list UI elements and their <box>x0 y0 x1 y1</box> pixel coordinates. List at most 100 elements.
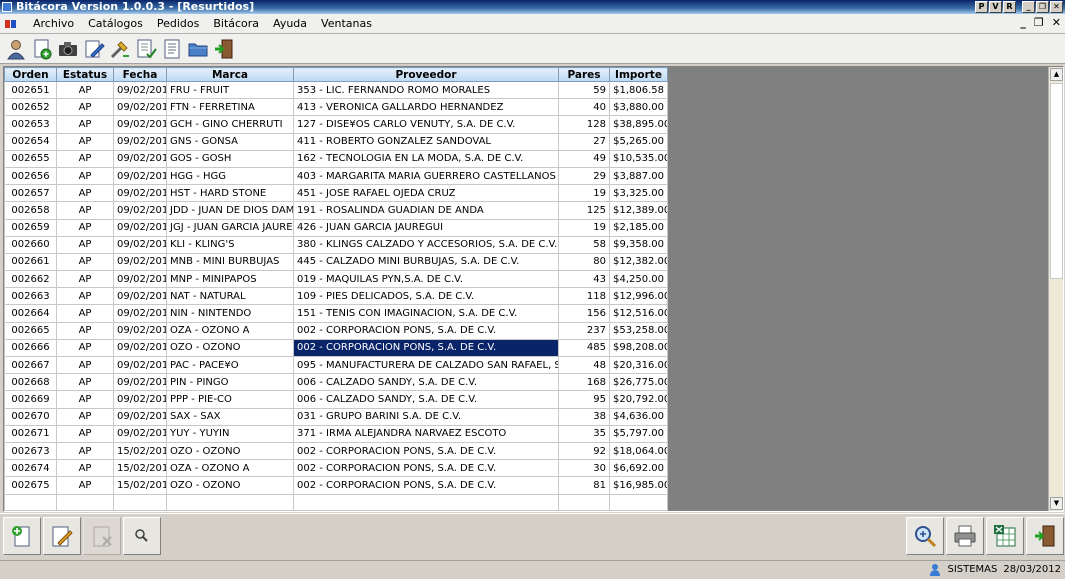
cell-proveedor[interactable]: 002 - CORPORACION PONS, S.A. DE C.V. <box>293 441 559 461</box>
table-row[interactable]: 002656AP09/02/2012HGG - HGG403 - MARGARI… <box>4 166 668 186</box>
cell-proveedor[interactable]: 451 - JOSE RAFAEL OJEDA CRUZ <box>293 184 559 203</box>
exit-button[interactable] <box>1026 517 1064 555</box>
scroll-down-icon[interactable]: ▼ <box>1050 497 1063 510</box>
table-row[interactable]: 002655AP09/02/2012GOS - GOSH162 - TECNOL… <box>4 149 668 168</box>
column-header-estatus[interactable]: Estatus <box>56 67 114 82</box>
cell-estatus[interactable]: AP <box>56 98 114 117</box>
new-document-icon[interactable] <box>30 36 54 62</box>
cell-fecha[interactable]: 09/02/2012 <box>113 373 167 392</box>
cell-importe[interactable]: $3,325.00 <box>609 184 668 203</box>
cell-importe[interactable]: $53,258.00 <box>609 321 668 340</box>
cell-pares[interactable]: 29 <box>558 166 610 186</box>
cell-estatus[interactable]: AP <box>56 201 114 220</box>
cell-importe[interactable]: $98,208.00 <box>609 338 668 358</box>
cell-estatus[interactable]: AP <box>56 476 114 495</box>
cell-pares[interactable]: 58 <box>558 235 610 254</box>
cell-estatus[interactable]: AP <box>56 355 114 375</box>
cell-estatus[interactable]: AP <box>56 287 114 306</box>
mdi-minimize-button[interactable]: _ <box>1020 16 1026 29</box>
mdi-restore-button[interactable]: ❐ <box>1034 16 1044 29</box>
cell-importe[interactable]: $20,792.00 <box>609 390 668 409</box>
cell-fecha[interactable]: 09/02/2012 <box>113 252 167 272</box>
cell-fecha[interactable]: 09/02/2012 <box>113 424 167 443</box>
cell-orden[interactable]: 002655 <box>4 149 57 168</box>
cell-fecha[interactable]: 09/02/2012 <box>113 407 167 426</box>
cell-pares[interactable]: 128 <box>558 115 610 134</box>
cell-pares[interactable]: 43 <box>558 270 610 289</box>
table-row[interactable]: 002661AP09/02/2012MNB - MINI BURBUJAS445… <box>4 252 668 272</box>
cell-proveedor[interactable]: 095 - MANUFACTURERA DE CALZADO SAN RAFAE… <box>293 355 559 375</box>
cell-orden[interactable]: 002657 <box>4 184 57 203</box>
excel-button[interactable] <box>986 517 1024 555</box>
cell-importe[interactable]: $3,880.00 <box>609 98 668 117</box>
cell-proveedor[interactable]: 380 - KLINGS CALZADO Y ACCESORIOS, S.A. … <box>293 235 559 254</box>
cell-proveedor[interactable]: 411 - ROBERTO GONZALEZ SANDOVAL <box>293 132 559 151</box>
cell-estatus[interactable]: AP <box>56 184 114 203</box>
cell-fecha[interactable]: 09/02/2012 <box>113 132 167 151</box>
cell-estatus[interactable]: AP <box>56 80 114 100</box>
cell-estatus[interactable]: AP <box>56 115 114 134</box>
cell-importe[interactable]: $9,358.00 <box>609 235 668 254</box>
cell-estatus[interactable]: AP <box>56 270 114 289</box>
cell-proveedor[interactable]: 426 - JUAN GARCIA JAUREGUI <box>293 218 559 237</box>
cell-orden[interactable]: 002669 <box>4 390 57 409</box>
cell-marca[interactable]: OZA - OZONO A <box>166 321 294 340</box>
cell-pares[interactable]: 35 <box>558 424 610 443</box>
cell-estatus[interactable]: AP <box>56 166 114 186</box>
edit-button[interactable] <box>43 517 81 555</box>
cell-estatus[interactable]: AP <box>56 304 114 323</box>
cell-importe[interactable]: $18,064.00 <box>609 441 668 461</box>
cell-proveedor[interactable]: 445 - CALZADO MINI BURBUJAS, S.A. DE C.V… <box>293 252 559 272</box>
cell-proveedor[interactable]: 151 - TENIS CON IMAGINACION, S.A. DE C.V… <box>293 304 559 323</box>
vertical-scrollbar[interactable]: ▲ ▼ <box>1048 67 1063 511</box>
table-row[interactable]: 002653AP09/02/2012GCH - GINO CHERRUTI127… <box>4 115 668 134</box>
cell-fecha[interactable]: 15/02/2012 <box>113 441 167 461</box>
cell-marca[interactable]: OZA - OZONO A <box>166 459 294 478</box>
cell-importe[interactable]: $12,996.00 <box>609 287 668 306</box>
column-header-importe[interactable]: Importe <box>609 67 668 82</box>
cell-fecha[interactable]: 09/02/2012 <box>113 304 167 323</box>
table-row[interactable]: 002664AP09/02/2012NIN - NINTENDO151 - TE… <box>4 304 668 323</box>
cell-marca[interactable]: YUY - YUYIN <box>166 424 294 443</box>
cell-marca[interactable]: OZO - OZONO <box>166 476 294 495</box>
v-button[interactable]: V <box>989 1 1002 13</box>
cell-proveedor[interactable]: 019 - MAQUILAS PYN,S.A. DE C.V. <box>293 270 559 289</box>
minimize-button[interactable]: _ <box>1022 1 1035 13</box>
cell-importe[interactable]: $1,806.58 <box>609 80 668 100</box>
column-header-marca[interactable]: Marca <box>166 67 294 82</box>
column-header-pares[interactable]: Pares <box>558 67 610 82</box>
table-row[interactable]: 002657AP09/02/2012HST - HARD STONE451 - … <box>4 184 668 203</box>
cell-fecha[interactable]: 09/02/2012 <box>113 80 167 100</box>
table-row[interactable]: 002652AP09/02/2012FTN - FERRETINA413 - V… <box>4 98 668 117</box>
cell-importe[interactable]: $38,895.00 <box>609 115 668 134</box>
cell-importe[interactable]: $2,185.00 <box>609 218 668 237</box>
cell-marca[interactable]: NAT - NATURAL <box>166 287 294 306</box>
cell-orden[interactable]: 002653 <box>4 115 57 134</box>
restore-button[interactable]: ❐ <box>1036 1 1049 13</box>
cell-pares[interactable]: 30 <box>558 459 610 478</box>
cell-orden[interactable]: 002661 <box>4 252 57 272</box>
menu-archivo[interactable]: Archivo <box>26 14 81 34</box>
cell-fecha[interactable]: 15/02/2012 <box>113 459 167 478</box>
checklist-icon[interactable] <box>134 36 158 62</box>
cell-pares[interactable]: 80 <box>558 252 610 272</box>
cell-proveedor[interactable]: 002 - CORPORACION PONS, S.A. DE C.V. <box>293 321 559 340</box>
cell-importe[interactable]: $3,887.00 <box>609 166 668 186</box>
table-row[interactable]: 002662AP09/02/2012MNP - MINIPAPOS019 - M… <box>4 270 668 289</box>
cell-marca[interactable]: OZO - OZONO <box>166 441 294 461</box>
cell-importe[interactable]: $5,797.00 <box>609 424 668 443</box>
cell-pares[interactable]: 118 <box>558 287 610 306</box>
tools-icon[interactable] <box>108 36 132 62</box>
cell-proveedor[interactable]: 413 - VERONICA GALLARDO HERNANDEZ <box>293 98 559 117</box>
cell-orden[interactable]: 002670 <box>4 407 57 426</box>
r-button[interactable]: R <box>1003 1 1016 13</box>
cell-orden[interactable]: 002658 <box>4 201 57 220</box>
cell-estatus[interactable]: AP <box>56 235 114 254</box>
folder-icon[interactable] <box>186 36 210 62</box>
column-header-proveedor[interactable]: Proveedor <box>293 67 559 82</box>
table-row[interactable]: 002670AP09/02/2012SAX - SAX031 - GRUPO B… <box>4 407 668 426</box>
cell-pares[interactable]: 40 <box>558 98 610 117</box>
cell-orden[interactable]: 002666 <box>4 338 57 358</box>
cell-marca[interactable]: HST - HARD STONE <box>166 184 294 203</box>
cell-estatus[interactable]: AP <box>56 459 114 478</box>
